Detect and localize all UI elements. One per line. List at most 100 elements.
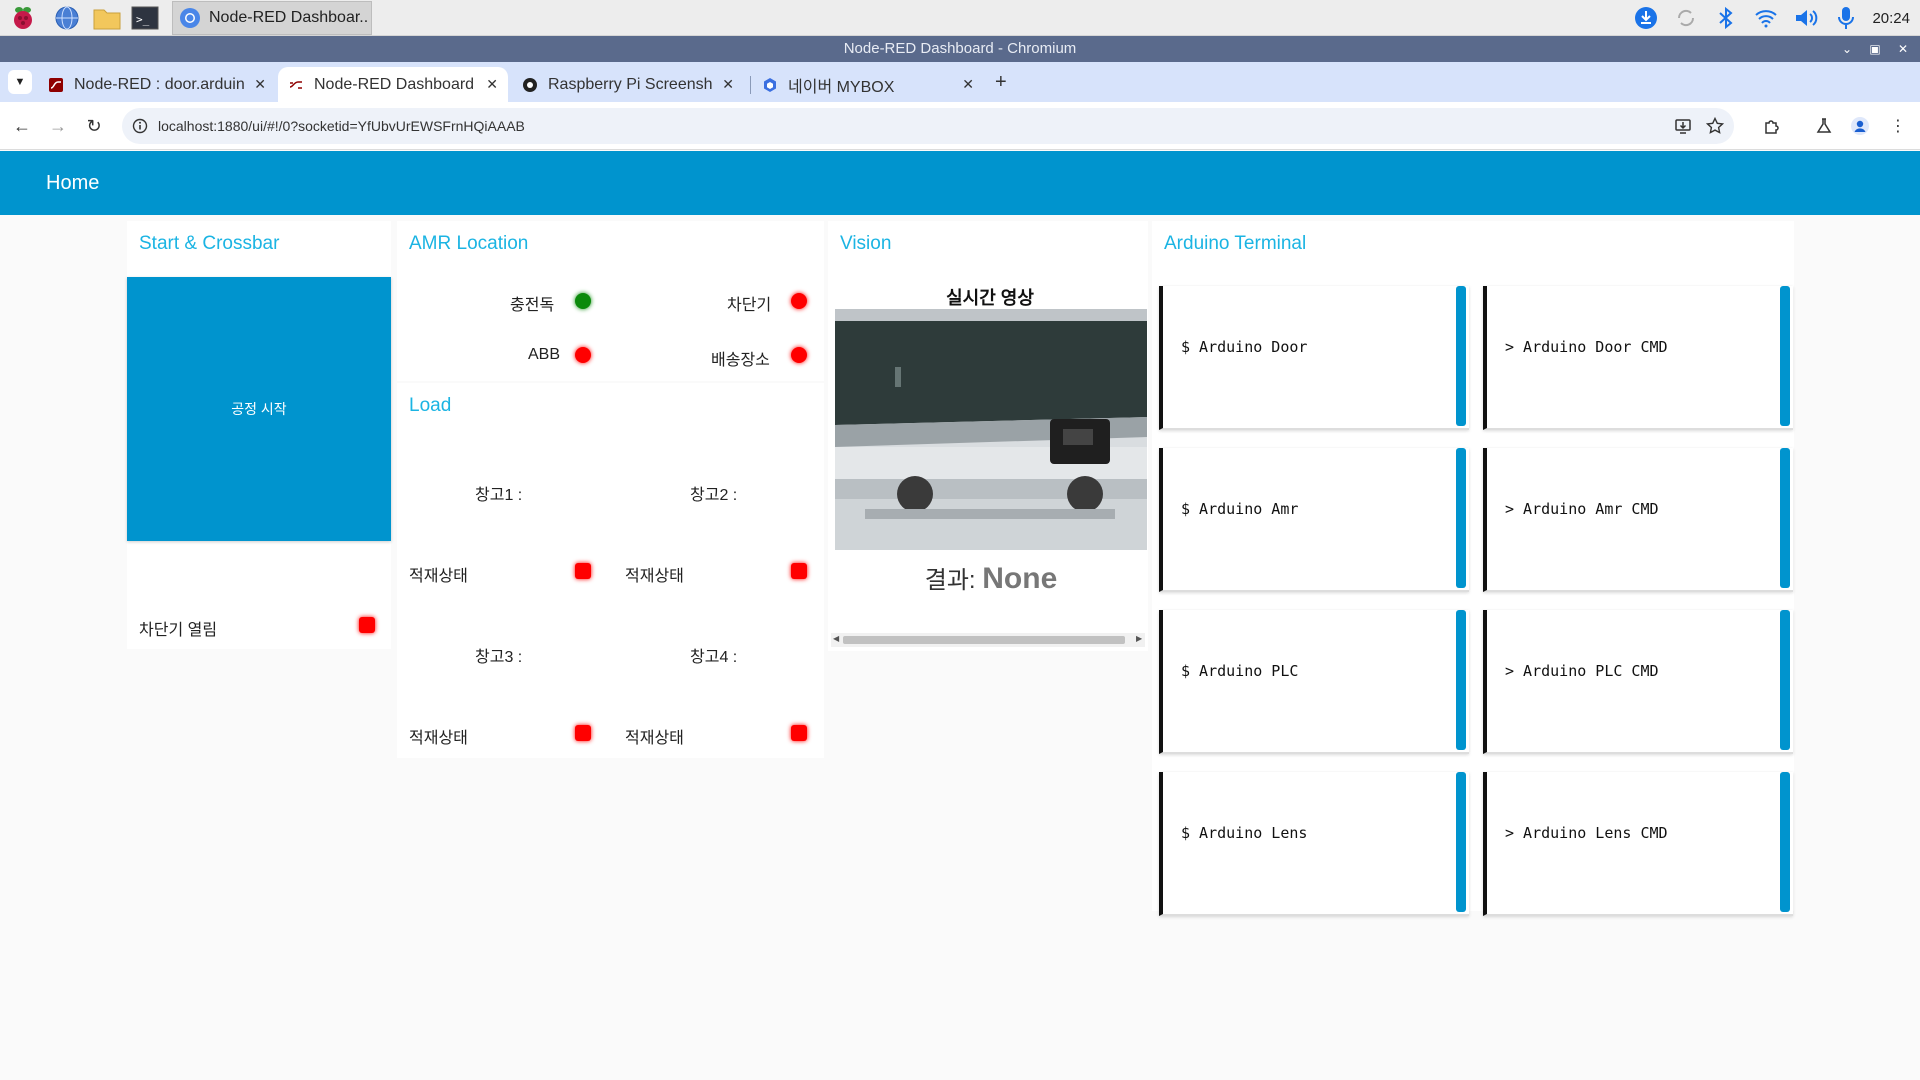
tab-naver-mybox[interactable]: 네이버 MYBOX ✕ [752,67,984,102]
labs-flask-icon[interactable] [1812,114,1836,138]
amr-item-label: 배송장소 [711,352,770,369]
card-title: Arduino Terminal [1164,233,1307,254]
more-menu-icon[interactable]: ⋮ [1886,114,1910,138]
terminal-launcher-icon[interactable]: >_ [130,3,160,33]
close-tab-icon[interactable]: ✕ [962,76,974,93]
result-label: 결과: [924,567,976,594]
amr-delivery-led [791,347,807,363]
svg-text:>_: >_ [136,13,150,26]
terminal-arduino-lens-cmd[interactable]: > Arduino Lens CMD [1483,772,1793,916]
terminal-arduino-plc[interactable]: $ Arduino PLC [1159,610,1469,754]
tab-title: Node-RED : door.arduin [74,75,245,93]
terminal-scrollbar[interactable] [1456,610,1466,750]
volume-icon[interactable] [1786,0,1826,36]
card-title: Vision [840,233,892,254]
reload-icon[interactable]: ↻ [82,114,106,138]
tab-node-red-editor[interactable]: Node-RED : door.arduin ✕ [38,67,276,102]
tab-title: 네이버 MYBOX [788,78,895,96]
scroll-right-arrow-icon[interactable]: ▶ [1136,634,1142,643]
warehouse-label: 창고4 : [690,649,738,666]
file-manager-icon[interactable] [92,3,122,33]
terminal-arduino-amr-cmd[interactable]: > Arduino Amr CMD [1483,448,1793,592]
result-value: None [982,562,1058,595]
terminal-text: > Arduino Door CMD [1505,338,1668,356]
new-tab-icon[interactable]: + [995,71,1007,94]
close-tab-icon[interactable]: ✕ [722,76,734,93]
terminal-arduino-amr[interactable]: $ Arduino Amr [1159,448,1469,592]
warehouse-label: 창고2 : [690,487,738,504]
warehouse3-load-led [575,725,591,741]
tab-search-button[interactable]: ▼ [8,70,32,94]
close-tab-icon[interactable]: ✕ [486,76,498,93]
update-download-icon[interactable] [1626,0,1666,36]
window-title-bar: Node-RED Dashboard - Chromium ⌄ ▣ ✕ [0,36,1920,62]
taskbar-chromium-window[interactable]: Node-RED Dashboar.. [172,1,372,35]
node-red-favicon-icon [49,77,63,92]
amr-charging-dock-led [575,293,591,309]
bluetooth-icon[interactable] [1706,0,1746,36]
dashboard-header: Home [0,151,1920,215]
sync-icon[interactable] [1666,0,1706,36]
terminal-scrollbar[interactable] [1780,610,1790,750]
amr-abb-led [575,347,591,363]
warehouse1-load-led [575,563,591,579]
minimize-icon[interactable]: ⌄ [1840,36,1854,62]
address-bar[interactable]: localhost:1880/ui/#!/0?socketid=YfUbvUrE… [122,108,1734,144]
node-red-favicon-icon [289,80,302,89]
install-app-icon[interactable] [1674,117,1692,135]
tab-separator [750,76,751,94]
close-tab-icon[interactable]: ✕ [254,76,266,93]
horizontal-scrollbar[interactable]: ◀ ▶ [831,633,1145,647]
terminal-scrollbar[interactable] [1456,772,1466,912]
terminal-arduino-door-cmd[interactable]: > Arduino Door CMD [1483,286,1793,430]
card-title: AMR Location [409,233,529,254]
tab-raspberry-pi-screenshots[interactable]: Raspberry Pi Screensho ✕ [512,67,744,102]
bookmark-star-icon[interactable] [1706,117,1724,135]
terminal-scrollbar[interactable] [1456,286,1466,426]
start-process-button[interactable]: 공정 시작 [127,277,391,541]
terminal-text: > Arduino Lens CMD [1505,824,1668,842]
terminal-text: $ Arduino PLC [1181,662,1299,680]
profile-avatar-icon[interactable] [1848,114,1872,138]
extensions-icon[interactable] [1760,114,1784,138]
mybox-favicon-icon [764,77,776,92]
warehouse-label: 창고3 : [475,649,523,666]
terminal-scrollbar[interactable] [1780,286,1790,426]
card-title: Start & Crossbar [139,233,280,254]
site-info-icon[interactable] [132,118,148,134]
terminal-text: > Arduino Amr CMD [1505,500,1659,518]
warehouse-label: 창고1 : [475,487,523,504]
terminal-text: $ Arduino Lens [1181,824,1308,842]
load-status-label: 적재상태 [625,568,684,585]
wifi-icon[interactable] [1746,0,1786,36]
tab-title: Node-RED Dashboard [314,75,475,93]
amr-item-label: 충전독 [510,297,555,314]
load-status-label: 적재상태 [625,730,684,747]
scroll-left-arrow-icon[interactable]: ◀ [833,634,839,643]
terminal-text: > Arduino PLC CMD [1505,662,1659,680]
clock: 20:24 [1872,9,1910,27]
maximize-icon[interactable]: ▣ [1868,36,1882,62]
window-title: Node-RED Dashboard - Chromium [843,40,1077,57]
taskbar-task-label: Node-RED Dashboar.. [209,9,369,26]
raspberry-menu-icon[interactable] [8,3,38,33]
load-status-label: 적재상태 [409,730,468,747]
terminal-scrollbar[interactable] [1780,772,1790,912]
amr-crossbar-led [791,293,807,309]
amr-item-label: ABB [528,346,561,363]
tab-node-red-dashboard[interactable]: Node-RED Dashboard ✕ [278,67,508,102]
terminal-scrollbar[interactable] [1456,448,1466,588]
scrollbar-thumb[interactable] [843,636,1125,644]
terminal-arduino-lens[interactable]: $ Arduino Lens [1159,772,1469,916]
microphone-icon[interactable] [1826,0,1866,36]
terminal-scrollbar[interactable] [1780,448,1790,588]
load-status-label: 적재상태 [409,568,468,585]
terminal-arduino-plc-cmd[interactable]: > Arduino PLC CMD [1483,610,1793,754]
close-window-icon[interactable]: ✕ [1896,36,1910,62]
forward-arrow-icon[interactable]: → [46,114,70,138]
video-caption: 실시간 영상 [946,288,1034,308]
terminal-arduino-door[interactable]: $ Arduino Door [1159,286,1469,430]
tab-title: Raspberry Pi Screensho [548,75,713,93]
back-arrow-icon[interactable]: ← [10,114,34,138]
web-browser-launcher-icon[interactable] [52,3,82,33]
